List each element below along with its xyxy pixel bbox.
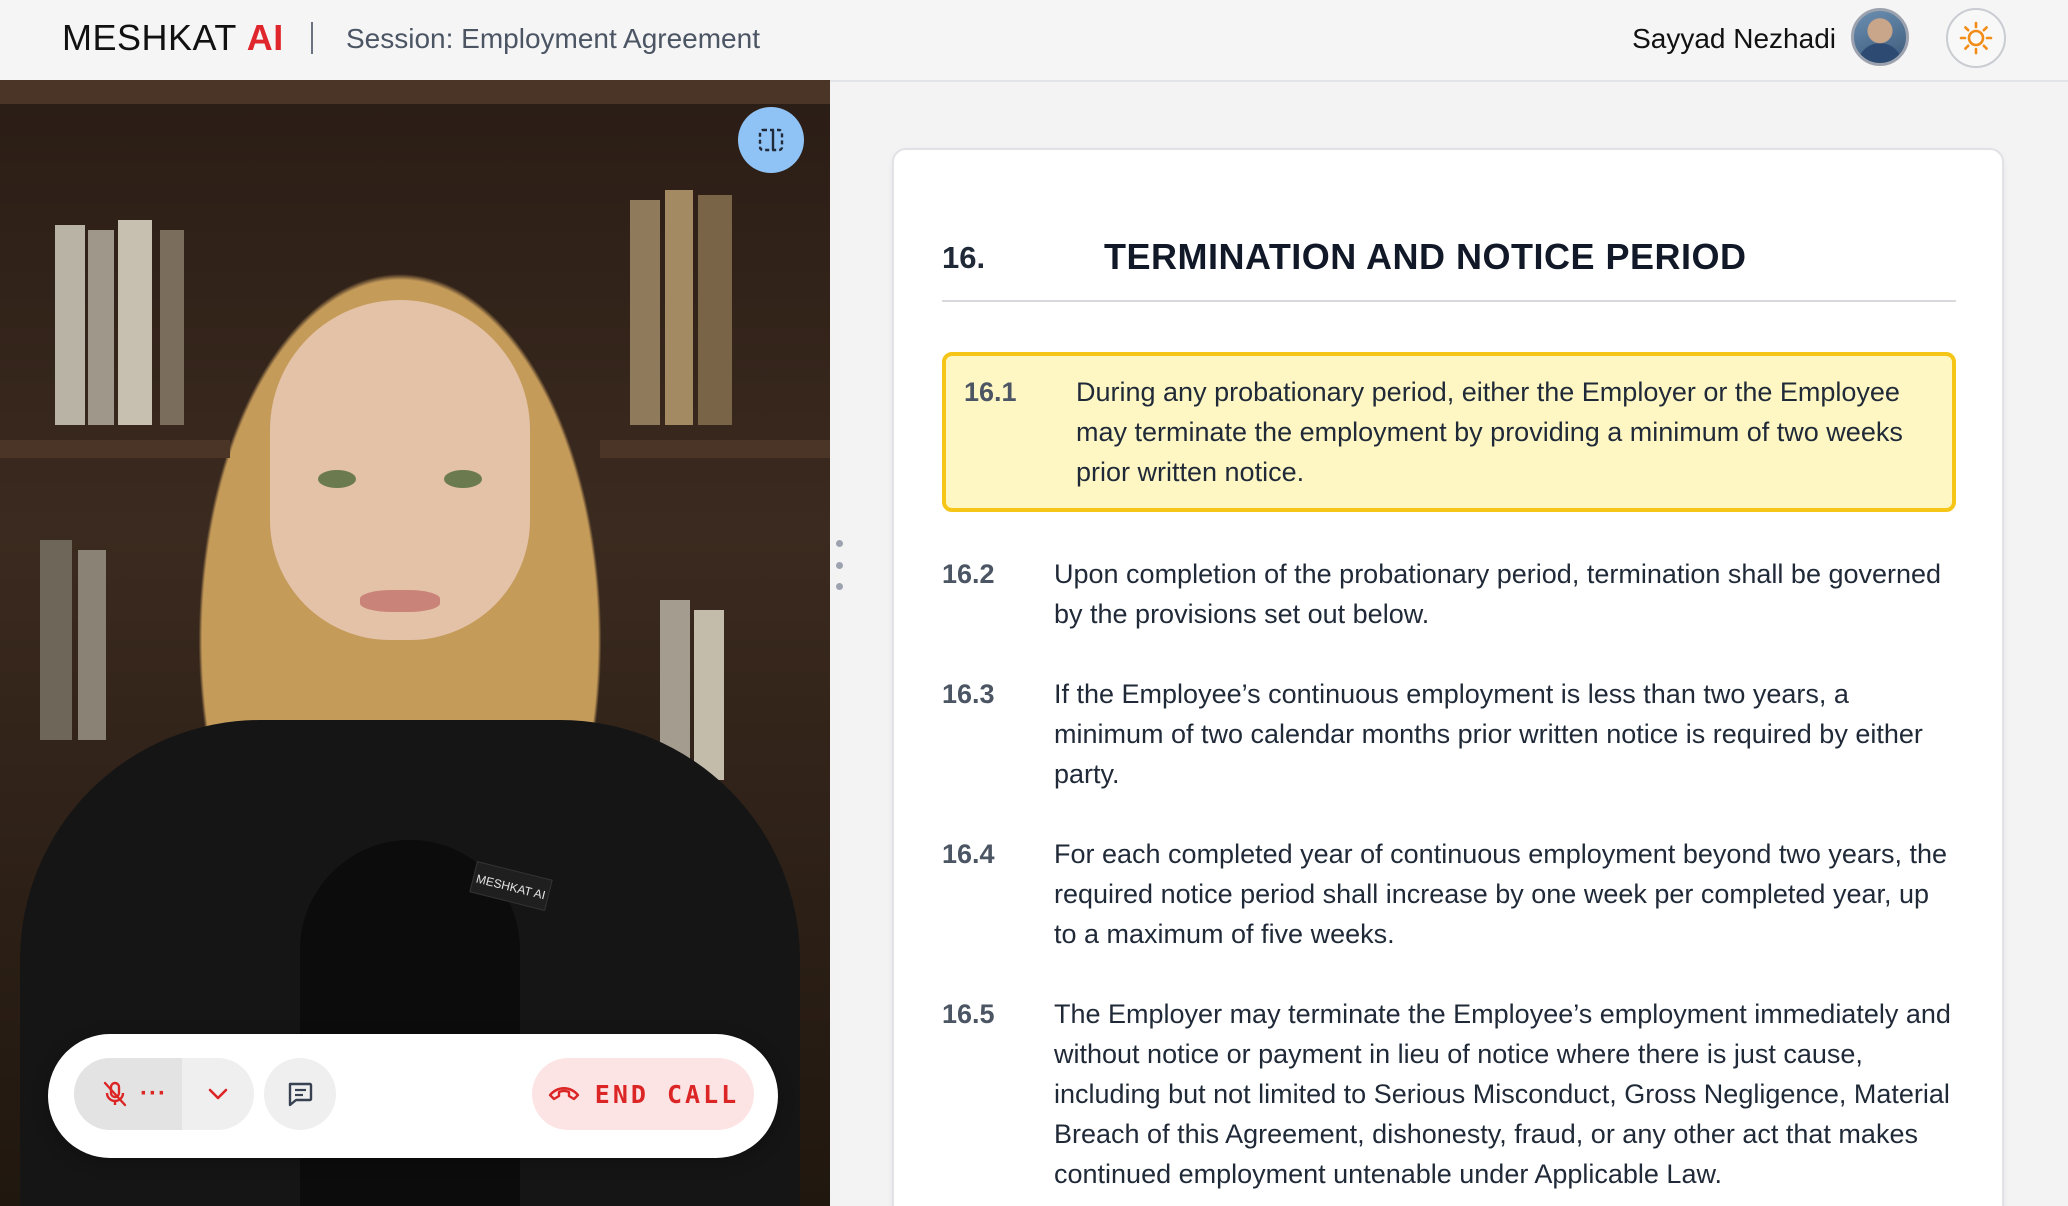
clause-text: For each completed year of continuous em… bbox=[1054, 839, 1947, 949]
user-name: Sayyad Nezhadi bbox=[1632, 23, 1836, 54]
clause-number: 16.1 bbox=[964, 377, 1017, 407]
top-bar: MESHKAT AI Session: Employment Agreement… bbox=[0, 0, 2068, 82]
expand-button[interactable] bbox=[738, 107, 804, 173]
clause-number: 16.2 bbox=[942, 559, 995, 589]
eye bbox=[444, 470, 482, 488]
book bbox=[88, 230, 114, 425]
brand-name: MESHKAT bbox=[62, 17, 237, 58]
clause-number: 16.3 bbox=[942, 679, 995, 709]
book bbox=[630, 200, 660, 425]
book bbox=[78, 550, 106, 740]
clause-text: During any probationary period, either t… bbox=[1076, 377, 1903, 487]
chevron-down-icon bbox=[208, 1088, 228, 1100]
bookshelf bbox=[0, 80, 830, 104]
mic-toggle-button[interactable]: ··· bbox=[74, 1058, 182, 1130]
clause-number: 16.4 bbox=[942, 839, 995, 869]
mic-activity-icon: ··· bbox=[140, 1080, 167, 1107]
book bbox=[55, 225, 85, 425]
document-viewer: 16. TERMINATION AND NOTICE PERIOD 16.1 D… bbox=[892, 148, 2004, 1206]
header-divider bbox=[311, 22, 313, 54]
book bbox=[698, 195, 732, 425]
call-controls: ··· END CALL bbox=[48, 1034, 778, 1158]
bookshelf bbox=[600, 440, 830, 458]
eye bbox=[318, 470, 356, 488]
mic-off-icon bbox=[103, 1081, 127, 1107]
section-header: 16. TERMINATION AND NOTICE PERIOD bbox=[942, 236, 1956, 302]
clause-highlighted[interactable]: 16.1 During any probationary period, eit… bbox=[942, 352, 1956, 512]
session-title: Session: Employment Agreement bbox=[346, 23, 760, 54]
clause-text: The Employer may terminate the Employee’… bbox=[1054, 999, 1951, 1189]
video-feed: MESHKAT AI ··· END CALL bbox=[0, 80, 830, 1206]
theme-toggle-button[interactable] bbox=[1946, 8, 2006, 68]
clause-text: If the Employee’s continuous employment … bbox=[1054, 679, 1923, 789]
mouth bbox=[360, 590, 440, 612]
clause-text: Upon completion of the probationary peri… bbox=[1054, 559, 1942, 629]
chat-button[interactable] bbox=[264, 1058, 336, 1130]
end-call-label: END CALL bbox=[594, 1079, 740, 1109]
book bbox=[694, 610, 724, 780]
book bbox=[665, 190, 693, 425]
clause-number: 16.5 bbox=[942, 999, 995, 1029]
avatar[interactable] bbox=[1851, 8, 1909, 66]
brand-logo[interactable]: MESHKAT AI bbox=[62, 16, 284, 60]
end-call-button[interactable]: END CALL bbox=[532, 1058, 754, 1130]
bookshelf bbox=[0, 440, 230, 458]
expand-icon bbox=[758, 128, 784, 152]
section-title: TERMINATION AND NOTICE PERIOD bbox=[1104, 236, 1747, 277]
mic-group: ··· bbox=[74, 1058, 254, 1130]
brand-accent: AI bbox=[246, 17, 284, 58]
hang-up-icon bbox=[548, 1087, 579, 1101]
section-number: 16. bbox=[942, 240, 986, 275]
book bbox=[118, 220, 152, 425]
book bbox=[160, 230, 184, 425]
panel-resize-handle[interactable] bbox=[834, 540, 844, 590]
book bbox=[40, 540, 72, 740]
face bbox=[270, 300, 530, 640]
sun-icon bbox=[1959, 21, 1993, 55]
chat-icon bbox=[288, 1082, 313, 1107]
mic-options-button[interactable] bbox=[182, 1058, 254, 1130]
